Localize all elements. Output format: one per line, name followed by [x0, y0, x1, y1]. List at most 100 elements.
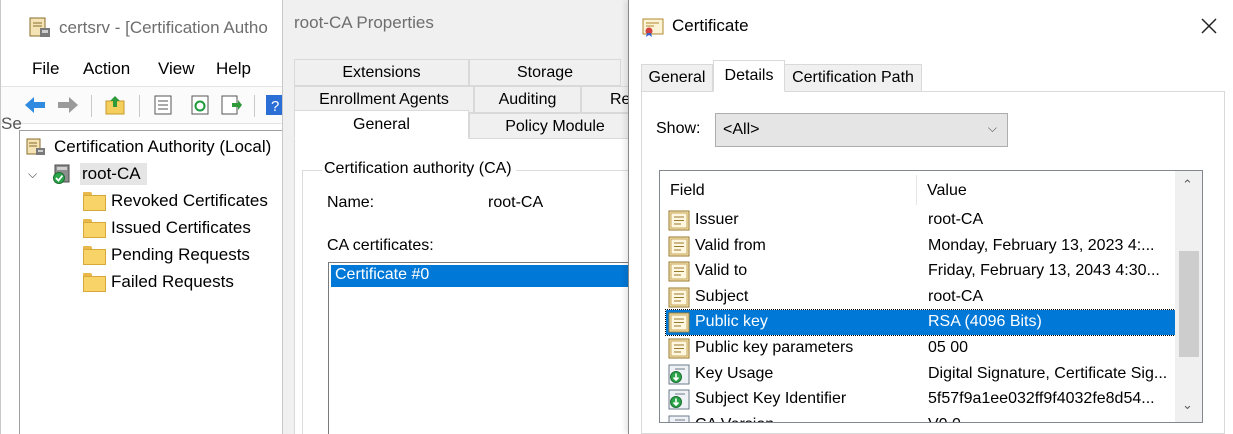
toolbar-separator — [139, 95, 140, 117]
close-icon[interactable] — [1195, 12, 1223, 40]
vertical-scrollbar[interactable]: ⌃ ⌄ — [1175, 171, 1202, 422]
ca-certificates-label: CA certificates: — [327, 237, 434, 254]
folder-icon — [83, 246, 106, 265]
row-field: Issuer — [695, 211, 739, 228]
show-dropdown[interactable]: <All> ⌵ — [715, 113, 1008, 147]
row-value: 5f57f9a1ee032ff9f4032fe8d54... — [928, 390, 1155, 408]
chevron-down-icon[interactable]: ⌵ — [28, 167, 44, 182]
menu-help[interactable]: Help — [216, 59, 251, 79]
chevron-down-icon: ⌵ — [987, 121, 997, 135]
extension-icon — [668, 415, 690, 422]
tree-node-label: Failed Requests — [111, 272, 234, 291]
scrollbar-thumb[interactable] — [1179, 251, 1199, 357]
certsrv-toolbar: ? — [1, 86, 284, 124]
properties-dialog: root-CA Properties Extensions Storage En… — [282, 0, 632, 434]
back-arrow-icon[interactable] — [24, 94, 46, 116]
ca-certificates-list[interactable]: Certificate #0 — [328, 262, 632, 434]
tab-details[interactable]: Details — [713, 60, 785, 92]
certsrv-menubar: File Action View Help — [1, 56, 284, 82]
menu-file[interactable]: File — [32, 59, 59, 79]
table-row[interactable]: Key Usage Digital Signature, Certificate … — [666, 362, 1175, 387]
tab-general[interactable]: General — [294, 110, 469, 139]
table-row[interactable]: Valid from Monday, February 13, 2023 4:..… — [666, 234, 1175, 259]
row-value: V0.0 — [928, 416, 961, 422]
certificate-icon — [642, 18, 664, 37]
table-row[interactable]: Public key RSA (4096 Bits) — [665, 309, 1176, 337]
export-list-icon[interactable] — [221, 94, 243, 116]
tree-node-pending-requests[interactable]: Pending Requests — [83, 243, 250, 267]
scroll-up-icon[interactable]: ⌃ — [1182, 177, 1193, 193]
table-row[interactable]: Subject Key Identifier 5f57f9a1ee032ff9f4… — [666, 387, 1175, 412]
column-header-field[interactable]: Field — [670, 182, 705, 200]
tab-enrollment-agents[interactable]: Enrollment Agents — [294, 86, 474, 113]
row-field: Key Usage — [695, 364, 774, 382]
certsrv-title: certsrv - [Certification Autho — [59, 18, 268, 37]
column-header-value[interactable]: Value — [927, 182, 967, 200]
certificate-dialog: Certificate General Certification Path D… — [628, 0, 1233, 434]
folder-icon — [83, 219, 106, 238]
tree-node-issued-certificates[interactable]: Issued Certificates — [83, 216, 251, 240]
tree-node-label: Issued Certificates — [111, 218, 251, 237]
tab-general[interactable]: General — [641, 64, 713, 92]
row-field: Valid from — [695, 236, 766, 254]
row-field: Valid to — [695, 262, 748, 280]
property-icon — [668, 236, 690, 257]
tab-policy-module[interactable]: Policy Module — [469, 113, 632, 140]
table-row[interactable]: Subject root-CA — [666, 285, 1175, 310]
property-icon — [668, 261, 690, 282]
tree-node-root-ca[interactable]: ⌵ root-CA — [28, 162, 147, 186]
certsrv-titlebar[interactable]: certsrv - [Certification Autho — [1, 0, 284, 52]
tree-node-label: Revoked Certificates — [111, 191, 268, 210]
row-field: CA Version — [695, 416, 774, 422]
table-row[interactable]: Issuer root-CA — [666, 208, 1175, 233]
menu-view[interactable]: View — [158, 59, 195, 79]
table-row[interactable]: Public key parameters 05 00 — [666, 336, 1175, 361]
row-value: root-CA — [928, 211, 984, 228]
folder-icon — [83, 192, 106, 211]
property-icon — [668, 287, 690, 308]
column-divider[interactable] — [916, 175, 917, 205]
toolbar-separator — [91, 95, 92, 117]
show-dropdown-value: <All> — [723, 121, 760, 138]
row-field: Public key — [695, 313, 768, 331]
svg-text:?: ? — [271, 98, 279, 115]
row-value: root-CA — [928, 287, 984, 305]
tree-node-failed-requests[interactable]: Failed Requests — [83, 270, 234, 294]
property-icon — [668, 210, 690, 231]
menu-action[interactable]: Action — [83, 59, 130, 79]
tab-extensions[interactable]: Extensions — [294, 59, 469, 86]
property-icon — [668, 338, 690, 359]
tab-certification-path[interactable]: Certification Path — [784, 64, 922, 92]
property-icon — [668, 312, 690, 333]
tree-node-label: root-CA — [80, 163, 147, 185]
row-value: 05 00 — [928, 339, 969, 356]
scroll-down-icon[interactable]: ⌄ — [1182, 397, 1193, 413]
table-row[interactable]: Valid to Friday, February 13, 2043 4:30..… — [666, 259, 1175, 284]
refresh-icon[interactable] — [189, 94, 211, 116]
tab-auditing[interactable]: Auditing — [474, 86, 581, 113]
tree-node-certification-authority[interactable]: Certification Authority (Local) — [26, 135, 271, 159]
tab-recovery-agents[interactable]: Re — [581, 86, 632, 113]
folder-icon — [83, 273, 106, 292]
row-field: Subject — [695, 287, 749, 305]
row-value: Friday, February 13, 2043 4:30... — [928, 262, 1160, 280]
console-tree: Certification Authority (Local) ⌵ root-C… — [19, 130, 284, 434]
ca-group-label: Certification authority (CA) — [322, 160, 516, 178]
tree-node-label: Certification Authority (Local) — [54, 137, 272, 156]
table-row[interactable]: CA Version V0.0 — [666, 413, 1175, 422]
toolbar-separator — [254, 95, 255, 117]
extension-icon — [668, 364, 690, 385]
forward-arrow-icon[interactable] — [57, 94, 79, 116]
certificate-title: Certificate — [672, 16, 749, 35]
certification-authority-icon — [26, 138, 45, 155]
row-value: RSA (4096 Bits) — [928, 313, 1042, 331]
tree-node-revoked-certificates[interactable]: Revoked Certificates — [83, 189, 268, 213]
tab-storage[interactable]: Storage — [469, 59, 621, 86]
properties-icon[interactable] — [152, 94, 174, 116]
certsrv-window: certsrv - [Certification Autho File Acti… — [0, 0, 285, 434]
list-item[interactable]: Certificate #0 — [331, 265, 632, 287]
details-list-header: Field Value — [660, 171, 1174, 209]
up-one-level-icon[interactable] — [105, 94, 127, 116]
details-list[interactable]: Field Value Issuer root-CA Valid from Monda… — [659, 170, 1203, 423]
row-field: Subject Key Identifier — [695, 390, 847, 408]
